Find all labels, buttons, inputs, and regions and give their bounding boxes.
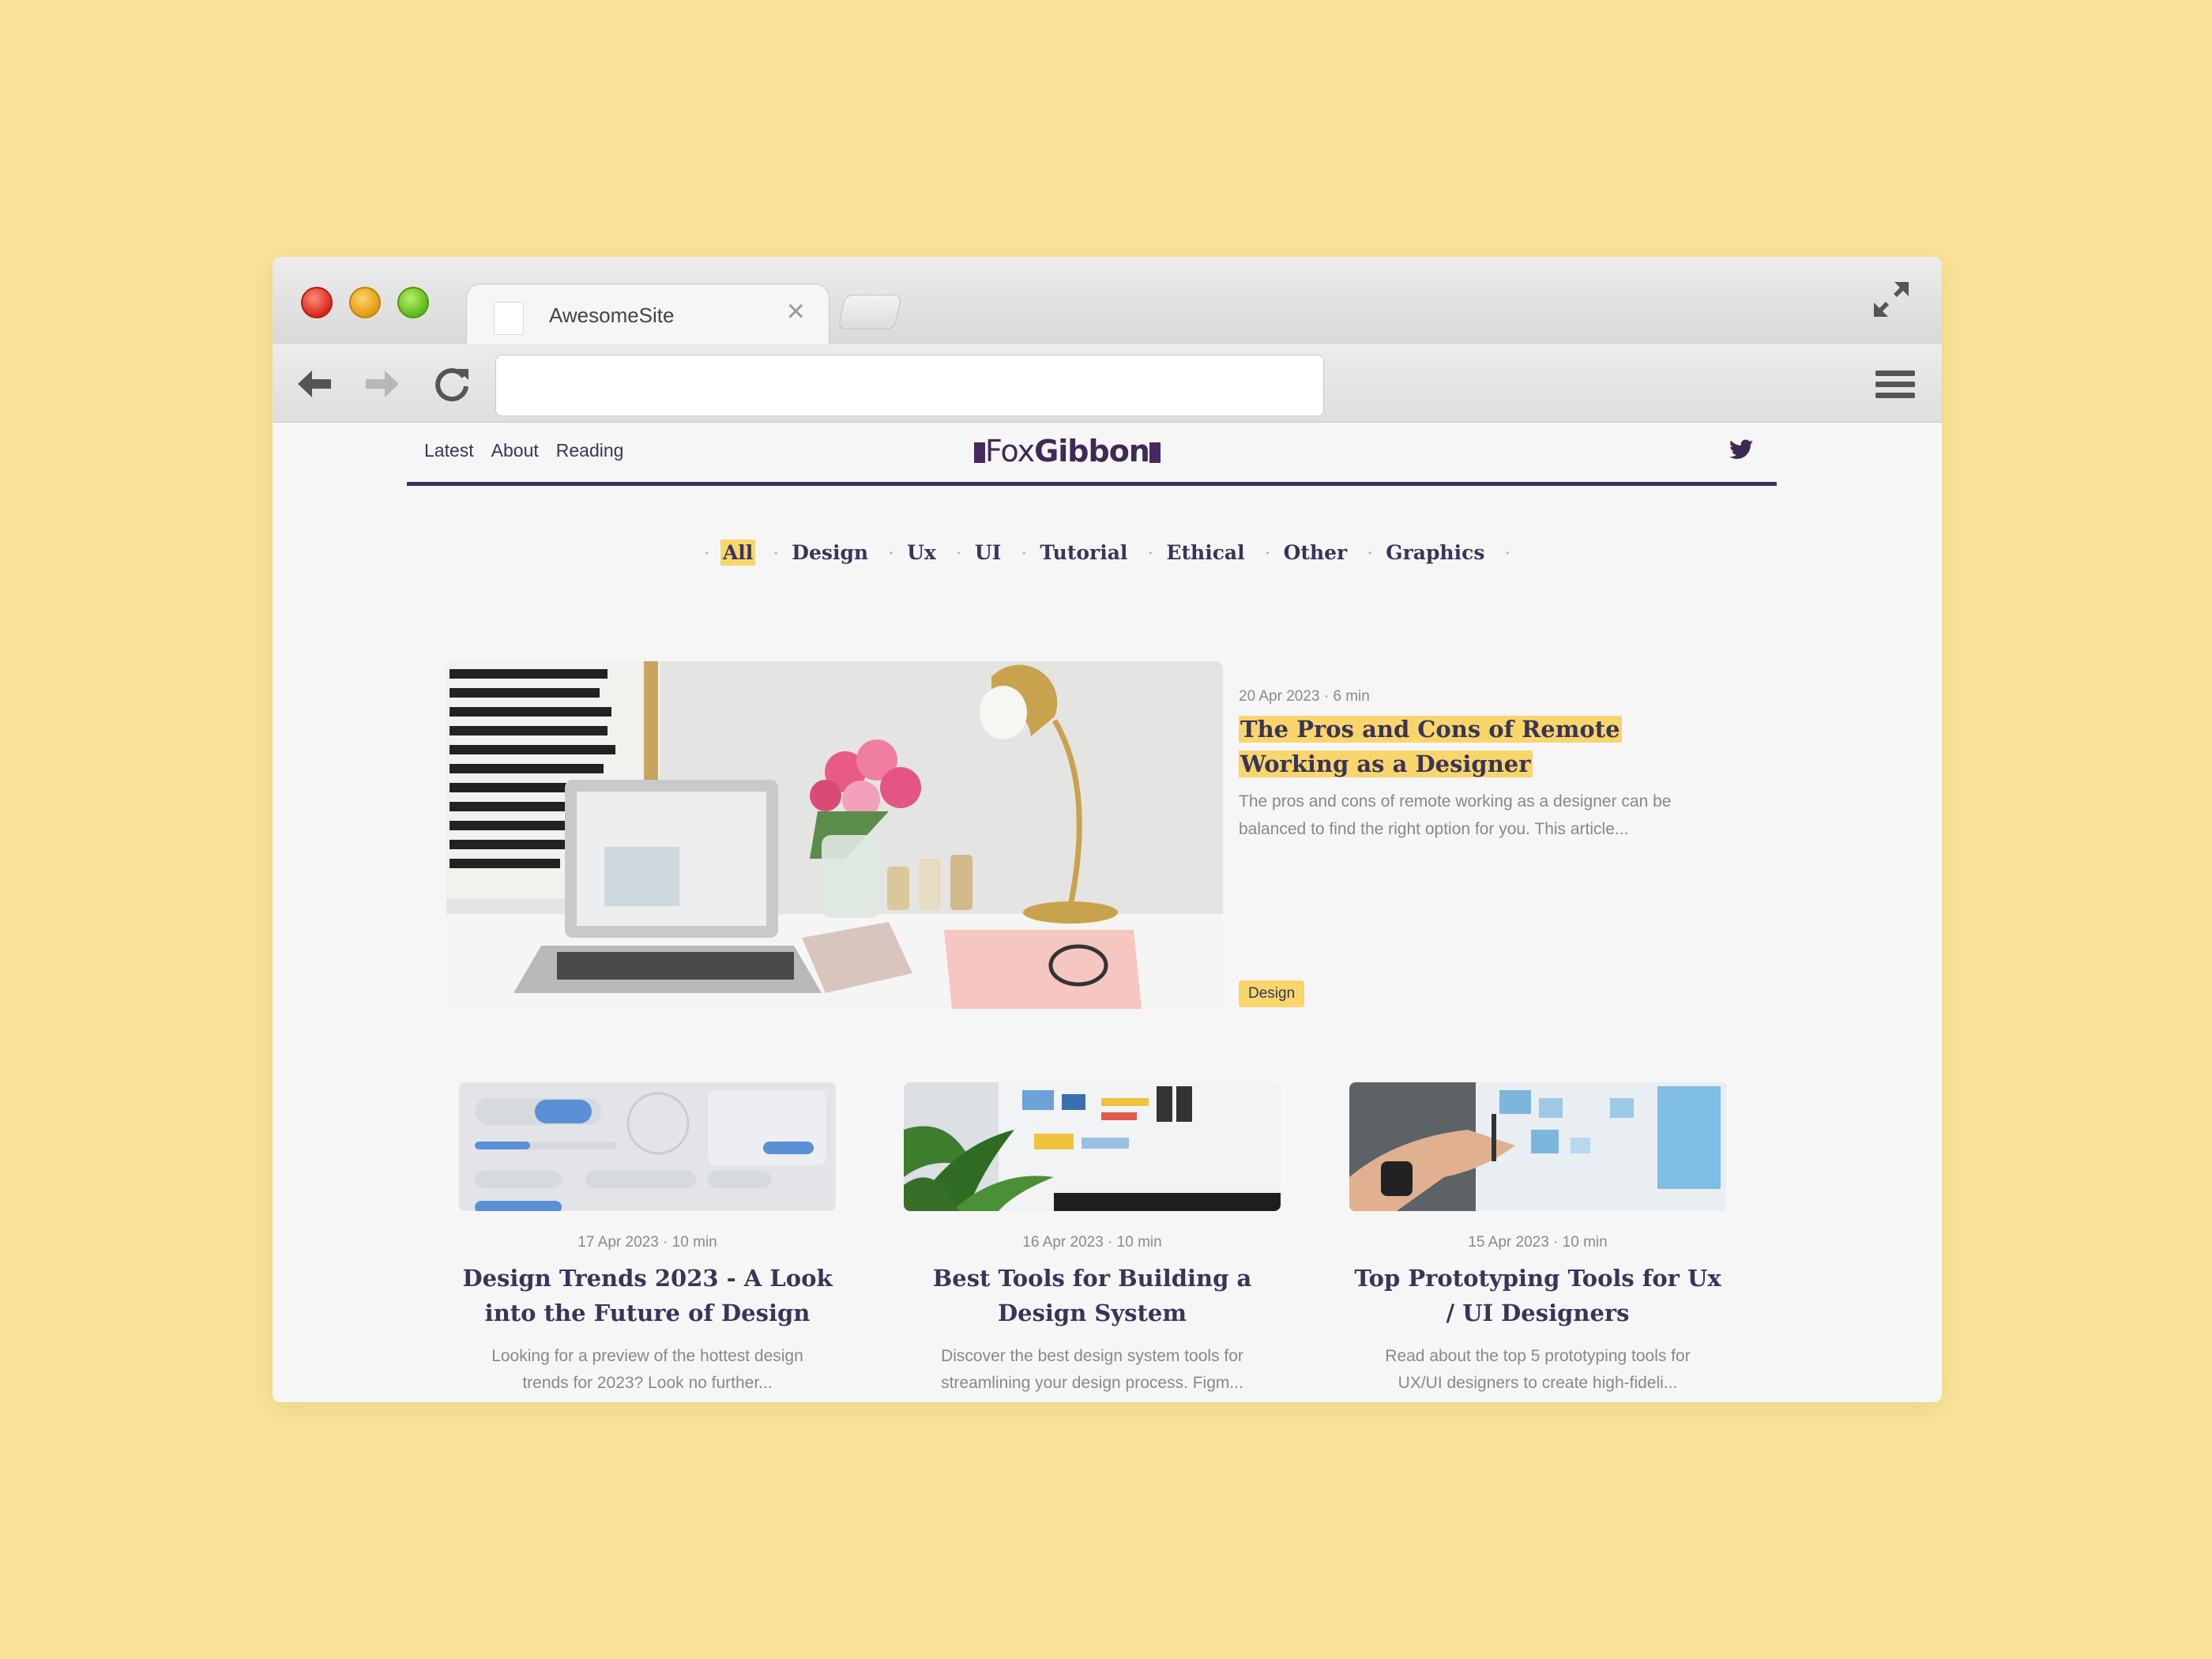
- article-card-description: Looking for a preview of the hottest des…: [491, 1347, 803, 1392]
- page-icon: [494, 302, 524, 335]
- article-card-meta: 17 Apr 2023 · 10 min: [577, 1234, 717, 1251]
- zoom-window-button[interactable]: [397, 287, 429, 318]
- address-bar[interactable]: [495, 355, 1324, 416]
- featured-article-description: The pros and cons of remote working as a…: [1239, 792, 1672, 838]
- article-card-image[interactable]: [904, 1082, 1281, 1211]
- article-card-description: Read about the top 5 prototyping tools f…: [1385, 1347, 1691, 1392]
- article-card-title[interactable]: Design Trends 2023 - A Look into the Fut…: [459, 1261, 836, 1330]
- category-all[interactable]: All: [720, 540, 756, 566]
- featured-article-image[interactable]: [446, 661, 1223, 1011]
- article-card[interactable]: 16 Apr 2023 · 10 min Best Tools for Buil…: [904, 1082, 1281, 1397]
- featured-article-tag[interactable]: Design: [1239, 980, 1305, 1007]
- nav-latest[interactable]: Latest: [424, 440, 474, 461]
- article-card[interactable]: 15 Apr 2023 · 10 min Top Prototyping Too…: [1349, 1082, 1726, 1397]
- close-window-button[interactable]: [301, 287, 333, 318]
- category-graphics[interactable]: Graphics: [1383, 540, 1487, 566]
- reload-icon[interactable]: [431, 363, 473, 405]
- category-design[interactable]: Design: [789, 540, 871, 566]
- article-card-image[interactable]: [459, 1082, 836, 1213]
- expand-icon[interactable]: [1871, 279, 1912, 320]
- logo-text-fox: Fox: [985, 434, 1035, 468]
- site-logo[interactable]: FoxGibbon: [974, 434, 1161, 468]
- browser-window: AwesomeSite × Latest About Reading FoxGi…: [273, 257, 1942, 1402]
- category-ux[interactable]: Ux: [905, 540, 939, 566]
- logo-mark-right: [1149, 442, 1161, 463]
- article-card-description: Discover the best design system tools fo…: [941, 1347, 1243, 1392]
- site-header: Latest About Reading FoxGibbon: [407, 423, 1777, 486]
- article-card-title[interactable]: Best Tools for Building a Design System: [904, 1261, 1281, 1330]
- hamburger-menu-icon[interactable]: [1875, 369, 1915, 401]
- tab-title: AwesomeSite: [549, 303, 675, 327]
- toolbar: [273, 344, 1942, 423]
- category-other[interactable]: Other: [1281, 540, 1350, 566]
- featured-article-meta: 20 Apr 2023 · 6 min: [1239, 688, 1370, 705]
- minimize-window-button[interactable]: [349, 287, 381, 318]
- logo-mark-left: [974, 442, 985, 463]
- article-card-meta: 15 Apr 2023 · 10 min: [1468, 1234, 1608, 1251]
- nav-about[interactable]: About: [491, 440, 539, 461]
- header-nav: Latest About Reading: [424, 440, 623, 461]
- web-page: Latest About Reading FoxGibbon · All · Des…: [273, 423, 1942, 1402]
- forward-arrow-icon[interactable]: [361, 363, 404, 405]
- category-filter: · All · Design · Ux · UI · Tutorial · Ethical …: [704, 540, 1510, 566]
- featured-article-title-text[interactable]: The Pros and Cons of Remote Working as a…: [1239, 716, 1622, 777]
- new-tab-button[interactable]: [837, 295, 902, 329]
- back-arrow-icon[interactable]: [293, 363, 336, 405]
- featured-article-title[interactable]: The Pros and Cons of Remote Working as a…: [1239, 712, 1729, 781]
- article-card[interactable]: 17 Apr 2023 · 10 min Design Trends 2023 …: [459, 1082, 836, 1397]
- close-icon[interactable]: ×: [787, 295, 805, 327]
- article-card-title[interactable]: Top Prototyping Tools for Ux / UI Design…: [1349, 1261, 1726, 1330]
- nav-reading[interactable]: Reading: [556, 440, 624, 461]
- twitter-icon[interactable]: [1729, 438, 1753, 461]
- category-ethical[interactable]: Ethical: [1164, 540, 1247, 566]
- browser-tab[interactable]: AwesomeSite ×: [466, 284, 830, 345]
- article-card-meta: 16 Apr 2023 · 10 min: [1022, 1234, 1162, 1251]
- category-tutorial[interactable]: Tutorial: [1037, 540, 1130, 566]
- category-ui[interactable]: UI: [972, 540, 1004, 566]
- article-card-image[interactable]: [1349, 1082, 1726, 1211]
- logo-text-gibbon: Gibbon: [1034, 434, 1150, 468]
- title-bar: AwesomeSite ×: [273, 257, 1942, 345]
